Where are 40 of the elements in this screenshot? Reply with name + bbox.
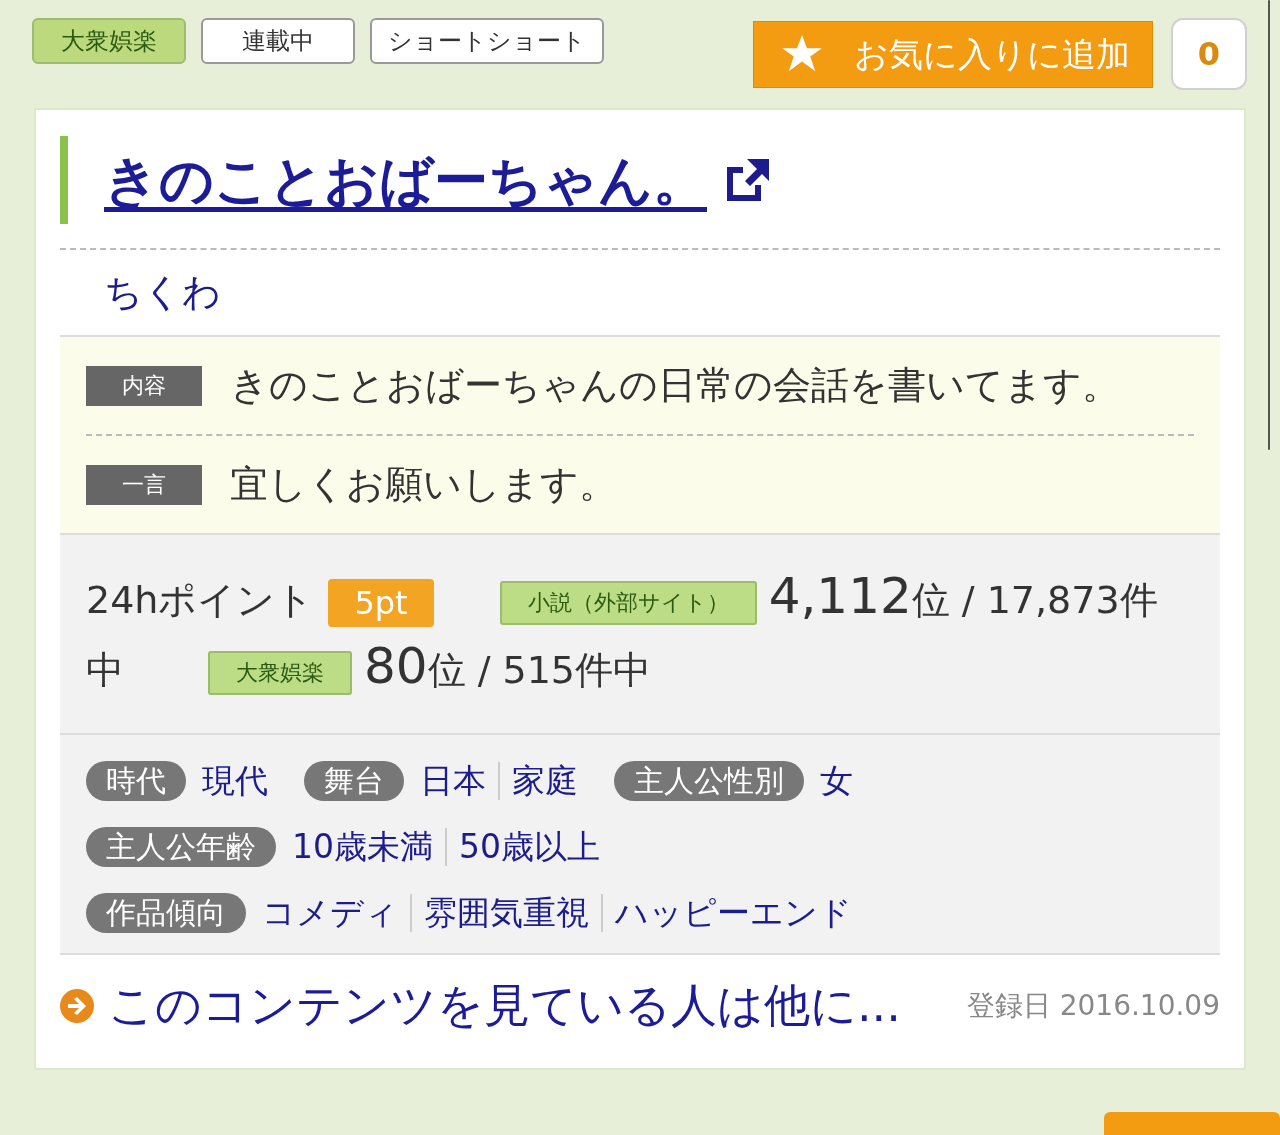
work-title-link[interactable]: きのことおばーちゃん。 bbox=[104, 139, 707, 221]
arrow-circle-icon bbox=[60, 988, 94, 1023]
attribute-link[interactable]: 50歳以上 bbox=[459, 827, 600, 867]
genre-tag[interactable]: ショートショート bbox=[370, 18, 604, 64]
favorite-count: 0 bbox=[1171, 18, 1247, 90]
rank-unit: 位 bbox=[911, 578, 950, 622]
attribute-link[interactable]: 家庭 bbox=[512, 761, 578, 801]
author-link[interactable]: ちくわ bbox=[104, 270, 221, 314]
bottom-tab[interactable] bbox=[1104, 1112, 1280, 1135]
attribute-label: 主人公性別 bbox=[614, 761, 804, 801]
attribute-link[interactable]: 現代 bbox=[202, 761, 268, 801]
rank-total: / 515件中 bbox=[477, 648, 652, 692]
detail-label: 内容 bbox=[86, 365, 202, 406]
rank-total: / 17,873件 bbox=[961, 578, 1158, 622]
related-content-link[interactable]: このコンテンツを見ている人は他に... bbox=[60, 971, 901, 1040]
attribute-link[interactable]: 日本 bbox=[420, 761, 486, 801]
rank-total: 中 bbox=[86, 648, 124, 692]
genre-tag[interactable]: 連載中 bbox=[201, 18, 355, 64]
genre-tag[interactable]: 大衆娯楽 bbox=[32, 18, 186, 64]
rank-number: 80 bbox=[364, 637, 428, 695]
attribute-link[interactable]: 雰囲気重視 bbox=[424, 893, 589, 933]
attribute-link[interactable]: コメディ bbox=[262, 893, 398, 933]
category-tag: 小説（外部サイト） bbox=[499, 580, 757, 625]
detail-text: 宜しくお願いします。 bbox=[230, 461, 617, 508]
attribute-link[interactable]: 女 bbox=[820, 761, 853, 801]
attribute-label: 舞台 bbox=[304, 761, 404, 801]
attribute-link[interactable]: 10歳未満 bbox=[292, 827, 433, 867]
category-tag: 大衆娯楽 bbox=[208, 650, 352, 695]
detail-text: きのことおばーちゃんの日常の会話を書いてます。 bbox=[230, 362, 1120, 409]
registration-date: 登録日 2016.10.09 bbox=[966, 987, 1220, 1024]
attribute-label: 主人公年齢 bbox=[86, 827, 276, 867]
rank-number: 4,112 bbox=[768, 567, 912, 625]
star-icon bbox=[782, 35, 822, 73]
rank-unit: 位 bbox=[427, 648, 466, 692]
points-label: 24hポイント bbox=[86, 578, 315, 622]
detail-label: 一言 bbox=[86, 464, 202, 505]
attribute-label: 時代 bbox=[86, 761, 186, 801]
attribute-link[interactable]: ハッピーエンド bbox=[615, 893, 852, 933]
attribute-label: 作品傾向 bbox=[86, 893, 246, 933]
points-badge: 5pt bbox=[328, 578, 434, 627]
